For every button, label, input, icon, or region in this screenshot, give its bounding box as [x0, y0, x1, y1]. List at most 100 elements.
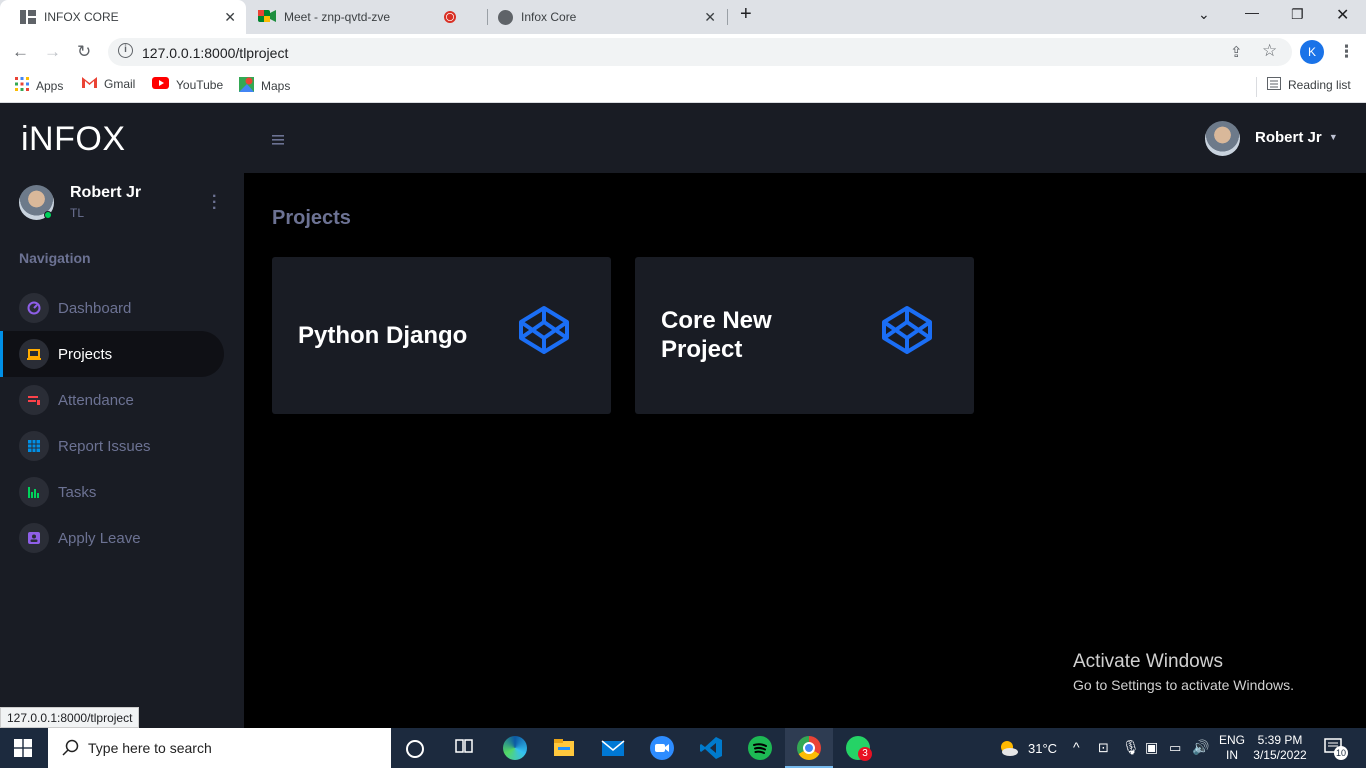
reading-list-label: Reading list	[1288, 78, 1351, 92]
sidebar-item-label: Projects	[58, 346, 113, 363]
battery-icon[interactable]: ▭	[1169, 740, 1181, 756]
bookmark-divider	[1256, 77, 1257, 97]
whatsapp-badge: 3	[858, 747, 872, 761]
bookmark-youtube[interactable]: YouTube	[152, 77, 223, 92]
nav-heading: Navigation	[19, 250, 91, 266]
tab-meet[interactable]: Meet - znp-qvtd-zve	[250, 0, 486, 34]
mail-icon[interactable]	[601, 736, 625, 760]
bookmark-apps[interactable]: Apps	[15, 77, 63, 94]
sidebar-item-attendance[interactable]: Attendance	[0, 377, 224, 423]
forward-arrow-icon[interactable]: →	[44, 42, 61, 62]
sidebar-user-role: TL	[70, 206, 85, 220]
status-bar-url: 127.0.0.1:8000/tlproject	[0, 707, 140, 728]
new-tab-icon[interactable]: +	[740, 3, 752, 26]
minimize-icon[interactable]: —	[1245, 4, 1259, 20]
menu-dots-icon[interactable]: ⋮	[1338, 42, 1355, 62]
reading-list-button[interactable]: Reading list	[1267, 77, 1351, 93]
brand-logo[interactable]: iNFOX	[21, 120, 126, 159]
sidebar-item-apply-leave[interactable]: Apply Leave	[0, 515, 224, 561]
zoom-icon[interactable]	[650, 736, 674, 760]
language-indicator[interactable]: ENG IN	[1219, 733, 1245, 763]
page-title: Projects	[272, 207, 351, 229]
sidebar-item-tasks[interactable]: Tasks	[0, 469, 224, 515]
microphone-icon[interactable]: 🎙	[1122, 739, 1140, 756]
sidebar-item-label: Attendance	[58, 392, 134, 409]
bookmark-star-icon[interactable]: ☆	[1262, 41, 1277, 61]
tab-title: INFOX CORE	[44, 10, 119, 24]
close-tab-icon[interactable]: ✕	[704, 9, 716, 26]
weather-temp[interactable]: 31°C	[1028, 741, 1057, 756]
search-icon	[62, 739, 80, 762]
sidebar-user-name: Robert Jr	[70, 184, 142, 201]
browser-toolbar: ← → ↻ i 127.0.0.1:8000/tlproject ⇪ ☆ K ⋮	[0, 34, 1366, 70]
search-placeholder: Type here to search	[88, 740, 212, 756]
notification-center-icon[interactable]: 10	[1324, 738, 1348, 760]
clock[interactable]: 5:39 PM 3/15/2022	[1252, 733, 1308, 763]
tab-divider	[727, 9, 728, 25]
cortana-icon[interactable]	[406, 740, 424, 758]
playlist-icon	[19, 385, 49, 415]
maximize-icon[interactable]: ❐	[1291, 6, 1304, 23]
topbar-user-avatar[interactable]	[1205, 121, 1240, 156]
globe-icon	[498, 9, 513, 25]
browser-tab-strip: INFOX CORE ✕ Meet - znp-qvtd-zve Infox C…	[0, 0, 1366, 34]
edge-icon[interactable]	[503, 736, 527, 760]
vscode-icon[interactable]	[699, 736, 723, 760]
windows-start-icon[interactable]	[14, 739, 32, 757]
reload-icon[interactable]: ↻	[77, 42, 91, 62]
file-explorer-icon[interactable]	[552, 736, 576, 760]
back-arrow-icon[interactable]: ←	[12, 42, 29, 62]
weather-sun-icon[interactable]	[997, 738, 1019, 758]
codepen-cube-icon	[882, 306, 932, 354]
sidebar-item-dashboard[interactable]: Dashboard	[0, 285, 224, 331]
topbar-user-menu[interactable]: Robert Jr ▼	[1255, 129, 1338, 146]
close-tab-icon[interactable]: ✕	[224, 9, 236, 26]
sidebar-item-label: Report Issues	[58, 438, 151, 455]
project-title: Python Django	[298, 322, 468, 349]
site-info-icon[interactable]: i	[118, 43, 133, 58]
url-text: 127.0.0.1:8000/tlproject	[142, 45, 289, 61]
top-navbar: Robert Jr ▼	[244, 103, 1366, 173]
bookmark-label: Gmail	[104, 77, 136, 91]
spotify-icon[interactable]	[748, 736, 772, 760]
main-content: Projects Python Django Core New Project	[244, 173, 1366, 728]
chart-bar-icon	[19, 477, 49, 507]
bookmark-gmail[interactable]: Gmail	[82, 77, 135, 91]
chevron-up-icon[interactable]: ^	[1073, 739, 1080, 755]
chrome-taskbar-active[interactable]	[785, 728, 833, 768]
tab-infox-core-2[interactable]: Infox Core ✕	[490, 0, 726, 34]
gmail-icon	[82, 77, 97, 91]
codepen-cube-icon	[519, 306, 569, 354]
sidebar-item-label: Apply Leave	[58, 530, 141, 547]
profile-avatar[interactable]: K	[1300, 40, 1324, 64]
task-view-icon[interactable]	[454, 736, 478, 760]
youtube-icon	[152, 77, 169, 92]
taskbar-search-box[interactable]: Type here to search	[48, 728, 391, 768]
project-title: Core New Project	[661, 307, 772, 363]
meet-tray-icon[interactable]: ⊡	[1098, 740, 1109, 756]
project-card[interactable]: Python Django	[272, 257, 611, 414]
meet-icon	[258, 9, 276, 26]
user-options-icon[interactable]: · · ·	[212, 189, 217, 217]
sidebar: iNFOX Robert Jr TL · · · Navigation Dashbo…	[0, 103, 244, 728]
sidebar-item-label: Dashboard	[58, 300, 132, 317]
maps-icon	[239, 77, 254, 95]
tab-search-chevron-icon[interactable]: ⌄	[1198, 6, 1210, 23]
watermark-line2: Go to Settings to activate Windows.	[1073, 677, 1294, 693]
project-card[interactable]: Core New Project	[635, 257, 974, 414]
bookmark-label: Maps	[261, 79, 291, 93]
sidebar-item-projects[interactable]: Projects	[0, 331, 224, 377]
tab-infox-core[interactable]: INFOX CORE ✕	[0, 0, 246, 34]
close-window-icon[interactable]: ✕	[1336, 5, 1349, 25]
share-icon[interactable]: ⇪	[1230, 43, 1243, 61]
address-bar[interactable]: i 127.0.0.1:8000/tlproject ⇪ ☆	[108, 38, 1292, 66]
whatsapp-icon[interactable]: 3	[846, 736, 872, 761]
speedometer-icon	[19, 293, 49, 323]
volume-icon[interactable]: 🔊	[1192, 739, 1209, 756]
network-icon[interactable]: ▣	[1145, 739, 1158, 756]
bookmarks-bar: Apps Gmail YouTube Maps Reading list	[0, 70, 1366, 103]
activate-windows-watermark: Activate Windows Go to Settings to activ…	[1073, 651, 1294, 693]
bookmark-maps[interactable]: Maps	[239, 77, 290, 95]
hamburger-menu-icon[interactable]	[272, 132, 284, 150]
sidebar-item-report-issues[interactable]: Report Issues	[0, 423, 224, 469]
